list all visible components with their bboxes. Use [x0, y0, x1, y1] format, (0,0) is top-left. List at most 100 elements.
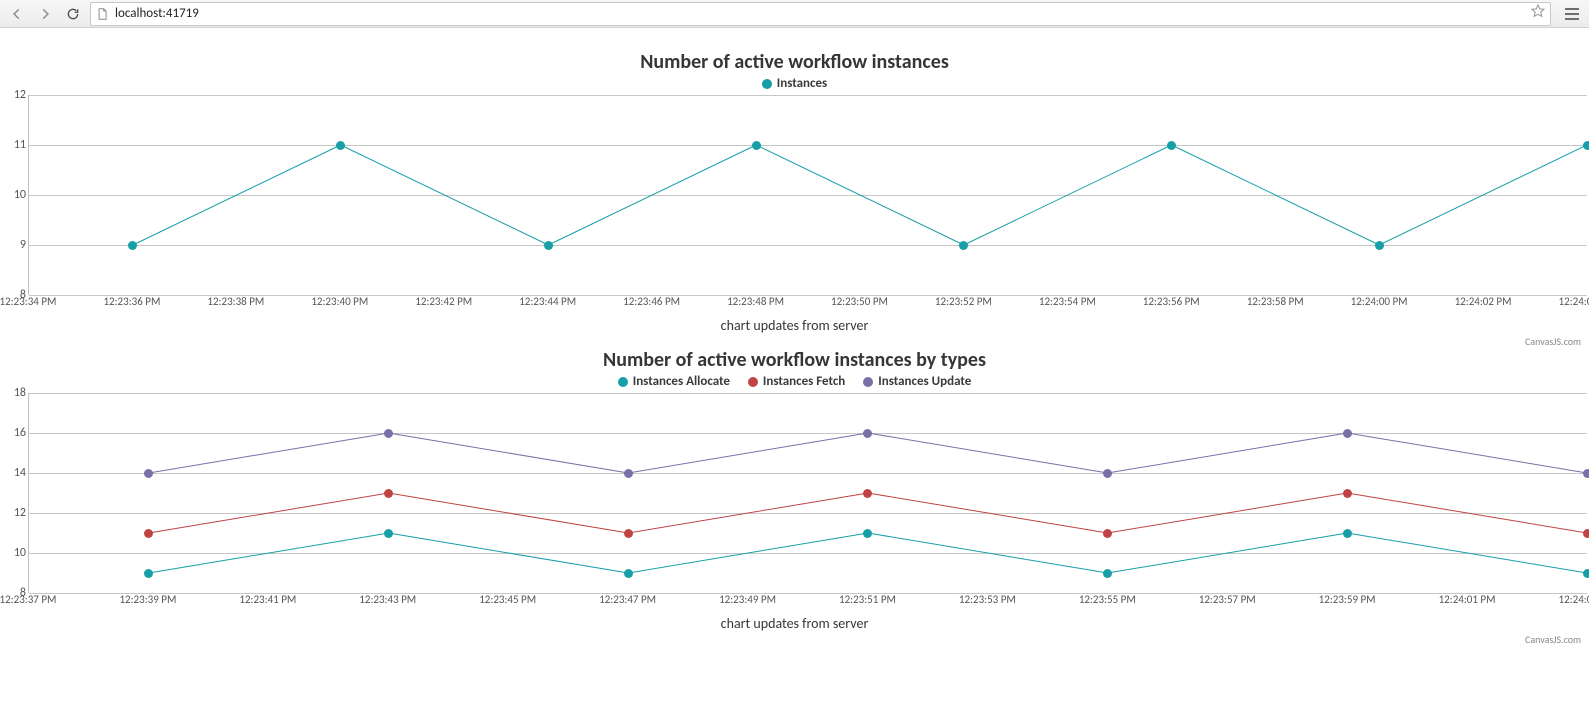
x-tick-label: 12:23:52 PM: [935, 295, 992, 308]
data-point[interactable]: [1167, 141, 1176, 150]
x-tick-label: 12:23:44 PM: [519, 295, 576, 308]
x-tick-label: 12:23:38 PM: [207, 295, 264, 308]
x-tick-label: 12:23:41 PM: [239, 593, 296, 606]
legend-dot-icon: [618, 377, 628, 387]
data-point[interactable]: [1103, 569, 1112, 578]
data-point[interactable]: [384, 429, 393, 438]
data-point[interactable]: [1343, 489, 1352, 498]
series-line: [149, 533, 1587, 573]
bookmark-star-icon[interactable]: [1530, 3, 1546, 24]
x-tick-label: 12:23:53 PM: [959, 593, 1016, 606]
x-tick-label: 12:24:02 PM: [1455, 295, 1512, 308]
data-point[interactable]: [336, 141, 345, 150]
x-tick-label: 12:23:59 PM: [1319, 593, 1376, 606]
data-point[interactable]: [1583, 569, 1589, 578]
y-tick-label: 11: [0, 138, 26, 152]
x-axis-title: chart updates from server: [2, 317, 1587, 334]
x-tick-label: 12:23:54 PM: [1039, 295, 1096, 308]
menu-button[interactable]: [1561, 4, 1583, 24]
x-tick-label: 12:23:34 PM: [0, 295, 56, 308]
address-bar[interactable]: [90, 2, 1551, 26]
page-icon: [95, 7, 109, 21]
chart-credit[interactable]: CanvasJS.com: [1525, 633, 1581, 646]
data-point[interactable]: [144, 569, 153, 578]
y-tick-label: 12: [0, 88, 26, 102]
plot-area: 81012141618: [2, 393, 1587, 593]
data-point[interactable]: [544, 241, 553, 250]
x-tick-label: 12:23:55 PM: [1079, 593, 1136, 606]
x-tick-label: 12:23:56 PM: [1143, 295, 1200, 308]
reload-button[interactable]: [62, 4, 84, 24]
y-tick-label: 16: [0, 426, 26, 440]
legend-item[interactable]: Instances: [762, 76, 827, 91]
data-point[interactable]: [1103, 469, 1112, 478]
data-point[interactable]: [1343, 529, 1352, 538]
data-point[interactable]: [624, 529, 633, 538]
chart-legend: Instances: [2, 76, 1587, 91]
chart-credit[interactable]: CanvasJS.com: [1525, 335, 1581, 348]
data-point[interactable]: [959, 241, 968, 250]
data-point[interactable]: [1583, 529, 1589, 538]
chart-legend: Instances Allocate Instances Fetch Instanc…: [2, 374, 1587, 389]
data-point[interactable]: [144, 529, 153, 538]
url-input[interactable]: [113, 5, 1526, 22]
x-tick-label: 12:23:42 PM: [415, 295, 472, 308]
data-point[interactable]: [1103, 529, 1112, 538]
x-tick-label: 12:23:43 PM: [359, 593, 416, 606]
x-tick-label: 12:23:40 PM: [311, 295, 368, 308]
x-tick-label: 12:24:00 PM: [1351, 295, 1408, 308]
data-point[interactable]: [863, 429, 872, 438]
chart-title: Number of active workflow instances: [2, 50, 1587, 74]
x-axis-labels: 12:23:34 PM12:23:36 PM12:23:38 PM12:23:4…: [28, 295, 1587, 311]
legend-label: Instances: [777, 76, 827, 91]
data-point[interactable]: [1375, 241, 1384, 250]
data-point[interactable]: [863, 489, 872, 498]
x-tick-label: 12:23:36 PM: [103, 295, 160, 308]
y-tick-label: 14: [0, 466, 26, 480]
data-point[interactable]: [1343, 429, 1352, 438]
legend-dot-icon: [762, 79, 772, 89]
y-tick-label: 18: [0, 386, 26, 400]
legend-item[interactable]: Instances Allocate: [618, 374, 730, 389]
series-line: [133, 145, 1587, 245]
x-tick-label: 12:24:01 PM: [1439, 593, 1496, 606]
chart-title: Number of active workflow instances by t…: [2, 348, 1587, 372]
data-point[interactable]: [624, 469, 633, 478]
x-tick-label: 12:23:47 PM: [599, 593, 656, 606]
data-point[interactable]: [1583, 469, 1589, 478]
data-point[interactable]: [144, 469, 153, 478]
y-tick-label: 10: [0, 188, 26, 202]
x-tick-label: 12:23:51 PM: [839, 593, 896, 606]
series-svg: [29, 393, 1587, 593]
data-point[interactable]: [624, 569, 633, 578]
chart-0: Number of active workflow instances Insta…: [2, 50, 1587, 334]
x-tick-label: 12:23:37 PM: [0, 593, 56, 606]
legend-label: Instances Fetch: [763, 374, 845, 389]
x-tick-label: 12:24:03 PM: [1559, 593, 1589, 606]
plot-area: 89101112: [2, 95, 1587, 295]
x-axis-title: chart updates from server: [2, 615, 1587, 632]
data-point[interactable]: [1583, 141, 1589, 150]
x-tick-label: 12:23:49 PM: [719, 593, 776, 606]
series-line: [149, 433, 1587, 473]
data-point[interactable]: [384, 529, 393, 538]
data-point[interactable]: [128, 241, 137, 250]
x-tick-label: 12:23:45 PM: [479, 593, 536, 606]
y-axis-labels: 81012141618: [2, 393, 28, 593]
data-point[interactable]: [752, 141, 761, 150]
x-tick-label: 12:23:58 PM: [1247, 295, 1304, 308]
x-tick-label: 12:23:39 PM: [119, 593, 176, 606]
x-axis-labels: 12:23:37 PM12:23:39 PM12:23:41 PM12:23:4…: [28, 593, 1587, 609]
legend-label: Instances Update: [878, 374, 971, 389]
legend-item[interactable]: Instances Update: [863, 374, 971, 389]
series-line: [149, 493, 1587, 533]
browser-toolbar: [0, 0, 1589, 28]
plot: [28, 95, 1587, 295]
back-button[interactable]: [6, 4, 28, 24]
legend-item[interactable]: Instances Fetch: [748, 374, 845, 389]
data-point[interactable]: [384, 489, 393, 498]
data-point[interactable]: [863, 529, 872, 538]
chart-1: Number of active workflow instances by t…: [2, 348, 1587, 632]
forward-button[interactable]: [34, 4, 56, 24]
x-tick-label: 12:23:50 PM: [831, 295, 888, 308]
